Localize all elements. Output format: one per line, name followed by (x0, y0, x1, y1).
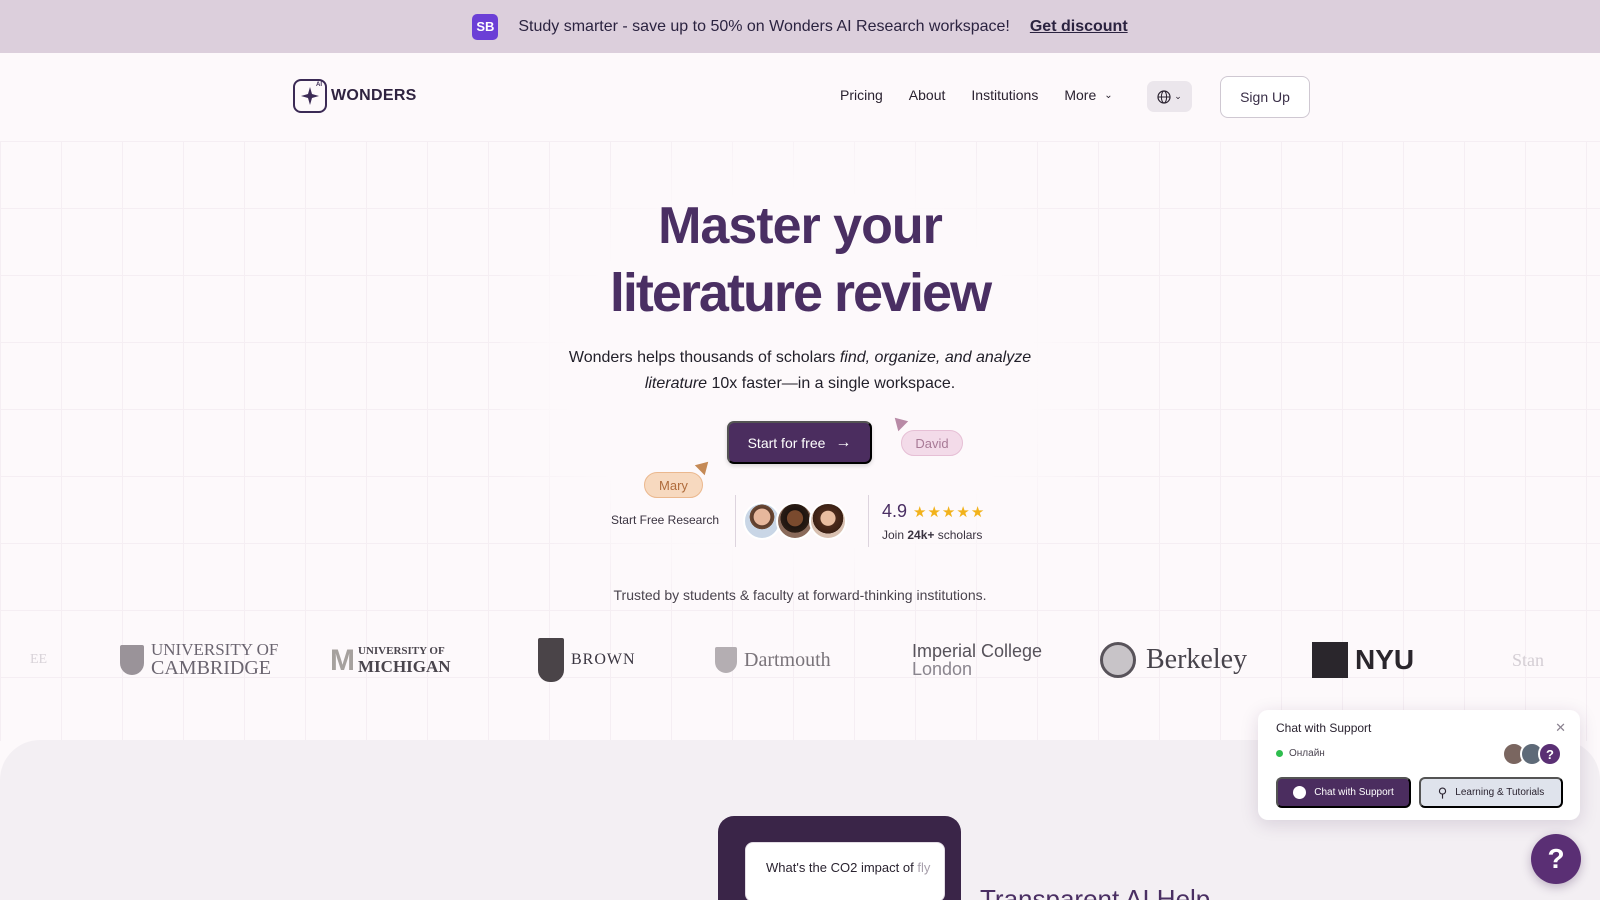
section-title: Transparent AI Help (980, 884, 1211, 900)
search-icon: ⚲ (1437, 784, 1448, 800)
cambridge-shield-icon (120, 645, 144, 675)
dartmouth-crest-icon (715, 647, 737, 673)
nyu-logo: NYU (1312, 630, 1414, 690)
cambridge-wordmark: UNIVERSITY OF CAMBRIDGE (151, 640, 279, 679)
berkeley-logo: Berkeley (1100, 630, 1247, 690)
brown-wordmark: BROWN (571, 651, 636, 668)
chat-status: Онлайн (1276, 748, 1325, 759)
learning-tutorials-label: Learning & Tutorials (1455, 787, 1545, 798)
dartmouth-wordmark: Dartmouth (744, 648, 831, 671)
michigan-line-2: MICHIGAN (358, 657, 451, 676)
cambridge-line-2: CAMBRIDGE (151, 657, 272, 679)
michigan-wordmark: UNIVERSITY OF MICHIGAN (358, 645, 451, 675)
nav-more-label: More (1064, 87, 1097, 103)
demo-query-a: What's the CO2 impact of (766, 860, 918, 875)
imperial-line-2: London (912, 659, 973, 679)
language-selector[interactable]: ⌄ (1147, 81, 1192, 112)
online-dot-icon (1276, 750, 1283, 757)
logo[interactable]: AI WONDERS (293, 79, 417, 113)
nav-pricing[interactable]: Pricing (840, 87, 883, 103)
chevron-down-icon: ⌄ (1174, 91, 1182, 101)
hero-title-line-1: Master your (658, 197, 943, 255)
globe-icon (1157, 89, 1171, 104)
demo-query-b: fly (917, 860, 931, 875)
chevron-down-icon: ⌄ (1104, 89, 1113, 101)
rating: 4.9 ★★★★★ (882, 501, 985, 522)
cursor-tag-mary: Mary (644, 472, 703, 498)
main-nav: Pricing About Institutions More ⌄ (840, 87, 1139, 103)
brown-logo: BROWN (538, 630, 636, 690)
rating-value: 4.9 (882, 501, 908, 521)
nyu-wordmark: NYU (1355, 644, 1415, 675)
divider (735, 495, 736, 547)
brown-crest-icon (538, 638, 564, 682)
promo-banner: SB Study smarter - save up to 50% on Won… (0, 0, 1600, 53)
chat-with-support-label: Chat with Support (1314, 787, 1394, 798)
join-scholars-text: Join 24k+ scholars (882, 528, 982, 542)
institution-logo-partial: Stan (1512, 630, 1544, 690)
berkeley-wordmark: Berkeley (1146, 644, 1248, 675)
nav-about[interactable]: About (909, 87, 946, 103)
institution-name: EE (30, 652, 48, 667)
hero-title-line-2: literature review (609, 263, 992, 323)
chat-status-text: Онлайн (1289, 748, 1325, 759)
start-for-free-button[interactable]: Start for free → (727, 421, 872, 464)
join-prefix: Join (882, 528, 908, 542)
institution-logo-partial: EE (30, 630, 47, 690)
divider (868, 495, 869, 547)
support-avatars: ? (1502, 742, 1562, 766)
dartmouth-logo: Dartmouth (715, 630, 831, 690)
site-header: AI WONDERS Pricing About Institutions Mo… (0, 53, 1600, 141)
help-button[interactable]: ? (1531, 834, 1581, 884)
star-rating-icon: ★★★★★ (913, 503, 986, 521)
sparkle-icon (301, 87, 319, 105)
support-chat-widget: Chat with Support ✕ Онлайн ? Chat with S… (1258, 710, 1580, 820)
berkeley-seal-icon (1100, 642, 1136, 678)
sign-up-button[interactable]: Sign Up (1220, 76, 1310, 118)
hero-subtitle: Wonders helps thousands of scholars find… (560, 345, 1040, 397)
chat-with-support-button[interactable]: Chat with Support (1276, 777, 1411, 808)
help-icon: ? (1538, 742, 1562, 766)
cta-label: Start for free (747, 434, 826, 451)
nyu-torch-icon (1312, 642, 1348, 678)
arrow-right-icon: → (835, 433, 852, 451)
hero-subtitle-a: Wonders helps thousands of scholars (568, 349, 840, 366)
scholar-avatars (743, 502, 847, 540)
logo-text: WONDERS (331, 87, 417, 104)
chat-title: Chat with Support (1276, 721, 1372, 735)
michigan-logo: M UNIVERSITY OF MICHIGAN (330, 630, 451, 690)
join-suffix: scholars (934, 528, 983, 542)
institution-logo-strip: EE UNIVERSITY OF CAMBRIDGE M UNIVERSITY … (0, 630, 1600, 690)
michigan-block-m-icon: M (330, 643, 355, 677)
imperial-wordmark: Imperial College London (912, 642, 1042, 678)
cambridge-logo: UNIVERSITY OF CAMBRIDGE (120, 630, 278, 690)
imperial-logo: Imperial College London (912, 630, 1042, 690)
institution-name: Stan (1512, 649, 1545, 670)
promo-text: Study smarter - save up to 50% on Wonder… (518, 17, 1010, 35)
imperial-line-1: Imperial College (912, 641, 1043, 661)
logo-mark: AI (293, 79, 327, 113)
demo-query-text: What's the CO2 impact of fly (766, 860, 946, 875)
avatar (809, 502, 847, 540)
learning-tutorials-button[interactable]: ⚲ Learning & Tutorials (1419, 777, 1563, 808)
cursor-tag-david: David (901, 430, 963, 456)
logo-ai-badge: AI (316, 82, 322, 88)
close-icon[interactable]: ✕ (1555, 720, 1566, 736)
get-discount-link[interactable]: Get discount (1030, 18, 1128, 36)
chat-bubble-icon (1293, 786, 1307, 799)
nav-institutions[interactable]: Institutions (971, 87, 1038, 103)
nav-more[interactable]: More ⌄ (1064, 87, 1112, 103)
start-free-research-label: Start Free Research (610, 513, 720, 527)
cambridge-line-1: UNIVERSITY OF (151, 640, 279, 659)
trusted-by-text: Trusted by students & faculty at forward… (613, 587, 987, 603)
hero-subtitle-b: 10x faster—in a single workspace. (707, 375, 956, 392)
promo-badge: SB (472, 13, 499, 40)
join-count: 24k+ (907, 528, 935, 542)
